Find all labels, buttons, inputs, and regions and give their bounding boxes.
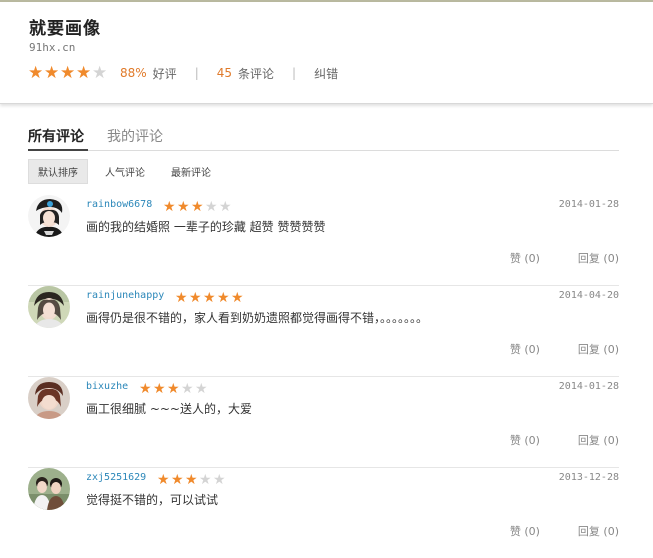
user-avatar[interactable] xyxy=(28,195,70,237)
user-avatar[interactable] xyxy=(28,468,70,510)
star-icon: ★ xyxy=(219,199,232,215)
review-text: 画得仍是很不错的，家人看到奶奶遗照都觉得画得不错，。。。。。。。 xyxy=(86,311,429,325)
review-count-label[interactable]: 条评论 xyxy=(238,65,274,82)
review-count-value[interactable]: 45 xyxy=(217,66,232,80)
review-username[interactable]: rainjunehappy xyxy=(86,290,164,301)
review-actions: 赞 (0) 回复 (0) xyxy=(510,341,619,357)
star-icon: ★ xyxy=(44,63,60,83)
overall-rating-stars: ★ ★ ★ ★ ★ xyxy=(28,63,108,83)
review-date: 2014-01-28 xyxy=(558,381,619,392)
good-rate-label: 好评 xyxy=(152,66,177,81)
review-date: 2014-01-28 xyxy=(558,199,619,210)
sort-bar: 默认排序 人气评论 最新评论 xyxy=(28,158,228,184)
review-username[interactable]: bixuzhe xyxy=(86,381,128,392)
star-icon: ★ xyxy=(213,472,226,488)
star-icon: ★ xyxy=(205,199,218,215)
review-date: 2014-04-20 xyxy=(558,290,619,301)
review-item: rainjunehappy ★★★★★ 2014-04-20 画得仍是很不错的，… xyxy=(28,286,619,377)
star-icon: ★ xyxy=(199,472,212,488)
like-button[interactable]: 赞 (0) xyxy=(510,434,540,447)
like-button[interactable]: 赞 (0) xyxy=(510,343,540,356)
report-link[interactable]: 纠错 xyxy=(314,65,338,82)
review-username[interactable]: rainbow6678 xyxy=(86,199,152,210)
review-actions: 赞 (0) 回复 (0) xyxy=(510,523,619,539)
star-icon: ★ xyxy=(28,63,44,83)
tab-all-reviews[interactable]: 所有评论 xyxy=(28,126,84,146)
star-icon: ★ xyxy=(203,290,216,306)
star-icon: ★ xyxy=(177,199,190,215)
review-text: 觉得挺不错的，可以试试 xyxy=(86,493,219,507)
star-icon: ★ xyxy=(191,199,204,215)
review-rating-stars: ★★★★★ xyxy=(139,378,209,397)
review-item: rainbow6678 ★★★★★ 2014-01-28 画的我的结婚照 一辈子… xyxy=(28,195,619,286)
review-actions: 赞 (0) 回复 (0) xyxy=(510,432,619,448)
review-text: 画的我的结婚照 一辈子的珍藏 超赞 赞赞赞赞 xyxy=(86,220,326,234)
sort-default[interactable]: 默认排序 xyxy=(28,158,88,184)
star-icon: ★ xyxy=(153,381,166,397)
review-username[interactable]: zxj5251629 xyxy=(86,472,146,483)
star-icon: ★ xyxy=(163,199,176,215)
review-item: zxj5251629 ★★★★★ 2013-12-28 觉得挺不错的，可以试试 … xyxy=(28,468,619,558)
star-icon: ★ xyxy=(189,290,202,306)
review-rating-stars: ★★★★★ xyxy=(157,469,227,488)
active-tab-indicator xyxy=(28,149,88,151)
star-icon: ★ xyxy=(231,290,244,306)
good-rate-value: 88% xyxy=(120,66,147,80)
star-icon: ★ xyxy=(195,381,208,397)
star-icon: ★ xyxy=(181,381,194,397)
star-icon: ★ xyxy=(175,290,188,306)
star-icon: ★ xyxy=(60,63,76,83)
tab-my-reviews[interactable]: 我的评论 xyxy=(107,126,163,146)
reply-button[interactable]: 回复 (0) xyxy=(578,343,619,356)
star-icon: ★ xyxy=(185,472,198,488)
like-button[interactable]: 赞 (0) xyxy=(510,525,540,538)
app-domain: 91hx.cn xyxy=(29,41,76,54)
app-header: 就要画像 91hx.cn ★ ★ ★ ★ ★ 88% 好评 | 45 条评论 | 纠错 xyxy=(0,2,653,104)
review-actions: 赞 (0) 回复 (0) xyxy=(510,250,619,266)
star-icon: ★ xyxy=(76,63,92,83)
star-icon: ★ xyxy=(157,472,170,488)
review-rating-stars: ★★★★★ xyxy=(175,287,245,306)
reply-button[interactable]: 回复 (0) xyxy=(578,252,619,265)
star-icon: ★ xyxy=(171,472,184,488)
star-icon: ★ xyxy=(217,290,230,306)
star-icon: ★ xyxy=(139,381,152,397)
like-button[interactable]: 赞 (0) xyxy=(510,252,540,265)
reply-button[interactable]: 回复 (0) xyxy=(578,434,619,447)
divider: | xyxy=(194,66,199,80)
user-avatar[interactable] xyxy=(28,377,70,419)
app-title: 就要画像 xyxy=(29,19,101,39)
rating-summary: ★ ★ ★ ★ ★ 88% 好评 | 45 条评论 | 纠错 xyxy=(28,64,338,82)
review-tabs: 所有评论 我的评论 xyxy=(28,126,619,151)
review-rating-stars: ★★★★★ xyxy=(163,196,233,215)
star-icon: ★ xyxy=(92,63,108,83)
user-avatar[interactable] xyxy=(28,286,70,328)
sort-latest[interactable]: 最新评论 xyxy=(162,160,220,183)
review-date: 2013-12-28 xyxy=(558,472,619,483)
sort-popular[interactable]: 人气评论 xyxy=(96,160,154,183)
review-item: bixuzhe ★★★★★ 2014-01-28 画工很细腻 ~~~送人的，大爱… xyxy=(28,377,619,468)
divider: | xyxy=(292,66,297,80)
reply-button[interactable]: 回复 (0) xyxy=(578,525,619,538)
star-icon: ★ xyxy=(167,381,180,397)
review-text: 画工很细腻 ~~~送人的，大爱 xyxy=(86,402,252,416)
